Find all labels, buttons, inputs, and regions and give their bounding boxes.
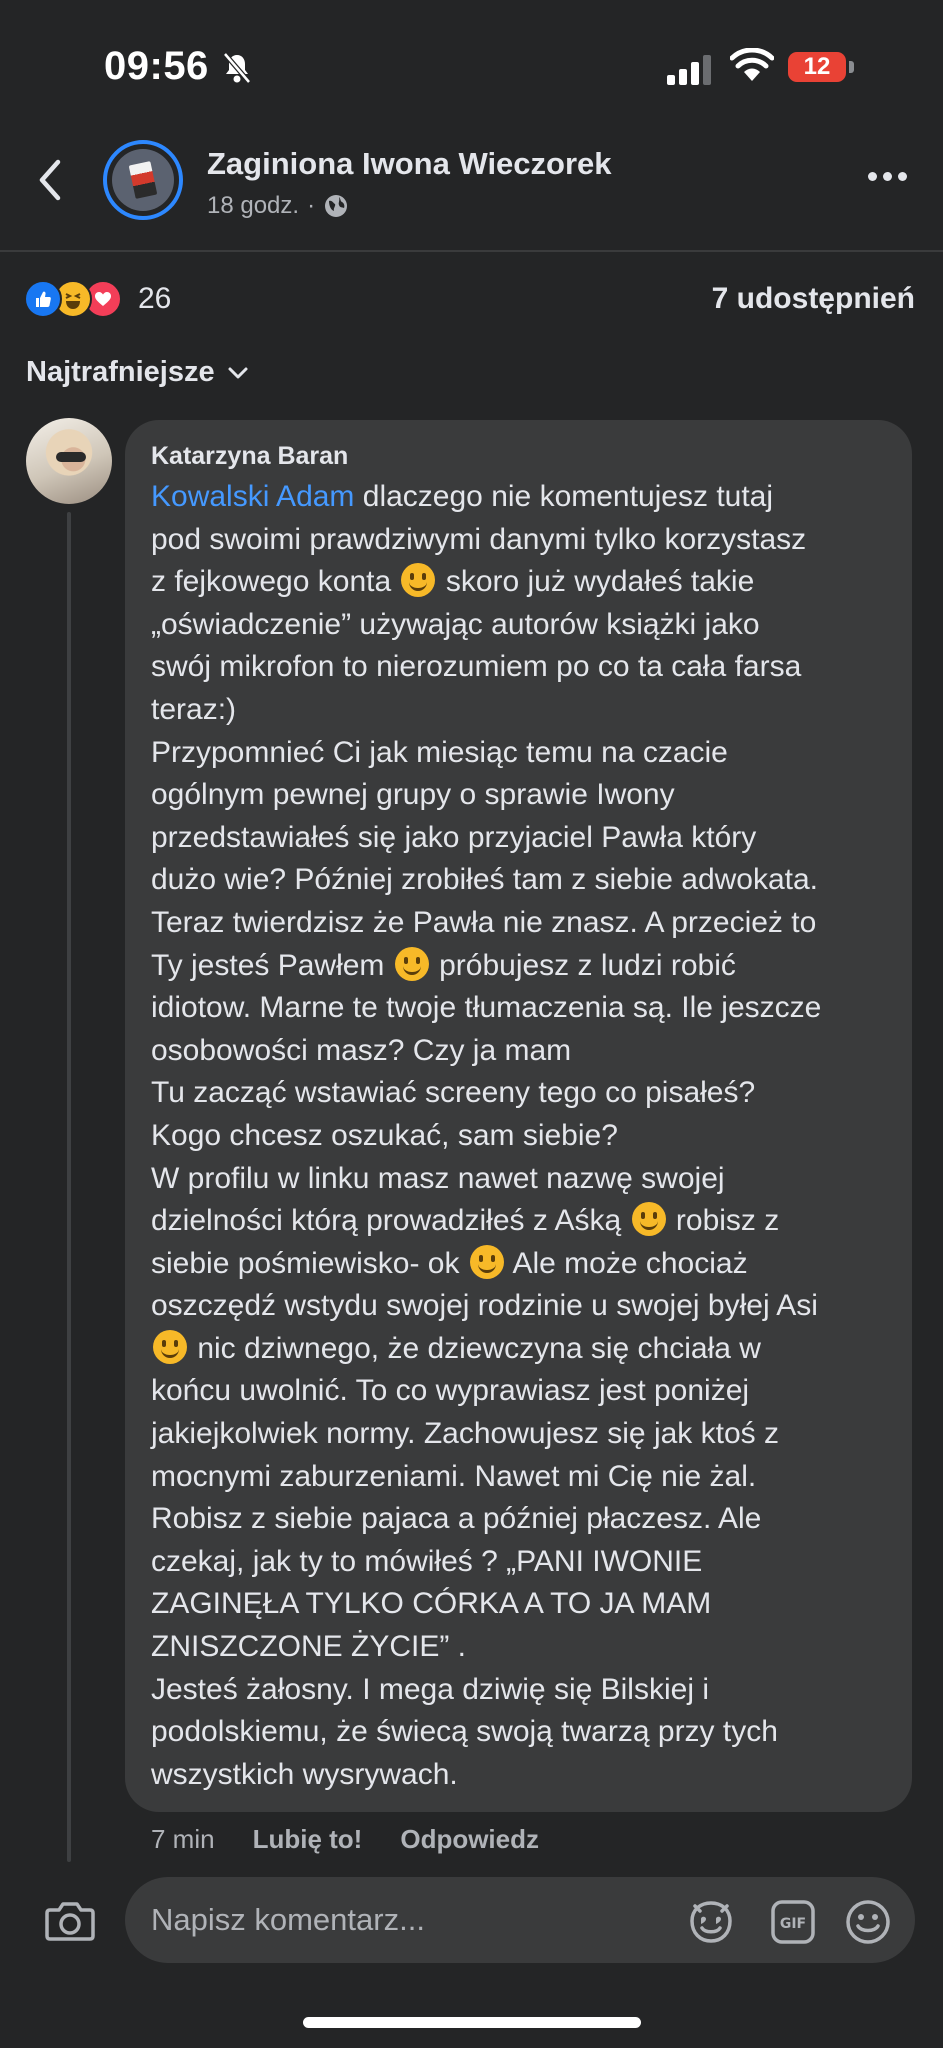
reaction-count[interactable]: 26 [138, 282, 171, 316]
gif-icon[interactable]: GIF [768, 1897, 818, 1947]
more-icon[interactable] [868, 172, 907, 181]
page-avatar[interactable] [103, 140, 183, 220]
emoji-icon[interactable] [843, 1897, 893, 1947]
svg-text:GIF: GIF [780, 1916, 806, 1932]
like-button[interactable]: Lubię to! [253, 1824, 363, 1855]
sort-label: Najtrafniejsze [26, 356, 215, 388]
comment-author[interactable]: Katarzyna Baran [151, 438, 888, 474]
smile-emoji-icon [401, 563, 436, 598]
smile-emoji-icon [469, 1244, 504, 1279]
back-icon[interactable] [36, 158, 64, 202]
post-meta: 18 godz. · [207, 192, 349, 220]
header-divider [0, 250, 943, 252]
book-cover-image [128, 161, 158, 199]
comment-actions: 7 min Lubię to! Odpowiedz [151, 1824, 539, 1855]
camera-icon[interactable] [44, 1898, 96, 1942]
battery-icon: 12 [788, 52, 846, 82]
reply-button[interactable]: Odpowiedz [400, 1824, 539, 1855]
post-time: 18 godz. [207, 192, 300, 219]
sticker-icon[interactable] [686, 1897, 736, 1947]
comment-time: 7 min [151, 1824, 215, 1854]
shares-count[interactable]: 7 udostępnień [712, 282, 915, 316]
wifi-icon [730, 48, 774, 81]
signal-icon [667, 55, 711, 85]
comment-text: Kowalski Adam dlaczego nie komentujesz t… [151, 480, 822, 1791]
status-time: 09:56 [104, 44, 209, 88]
bell-slash-icon [223, 52, 251, 84]
commenter-avatar[interactable] [26, 418, 112, 504]
like-icon [24, 280, 62, 318]
meta-separator: · [307, 192, 316, 219]
reaction-icons[interactable] [24, 280, 122, 318]
comment-sort-dropdown[interactable]: Najtrafniejsze [26, 356, 249, 389]
smile-emoji-icon [153, 1329, 187, 1364]
smile-emoji-icon [631, 1202, 666, 1237]
page-title[interactable]: Zaginiona Iwona Wieczorek [207, 146, 612, 182]
thread-line [67, 512, 71, 1862]
smile-emoji-icon [394, 946, 429, 981]
comment-bubble[interactable]: Katarzyna Baran Kowalski Adam dlaczego n… [125, 420, 912, 1812]
globe-icon [325, 195, 348, 217]
home-indicator[interactable] [303, 2017, 641, 2028]
battery-cap [849, 61, 854, 73]
comment-input-placeholder[interactable]: Napisz komentarz... [151, 1902, 425, 1938]
chevron-down-icon [228, 367, 248, 378]
mention-link[interactable]: Kowalski Adam [151, 480, 354, 513]
